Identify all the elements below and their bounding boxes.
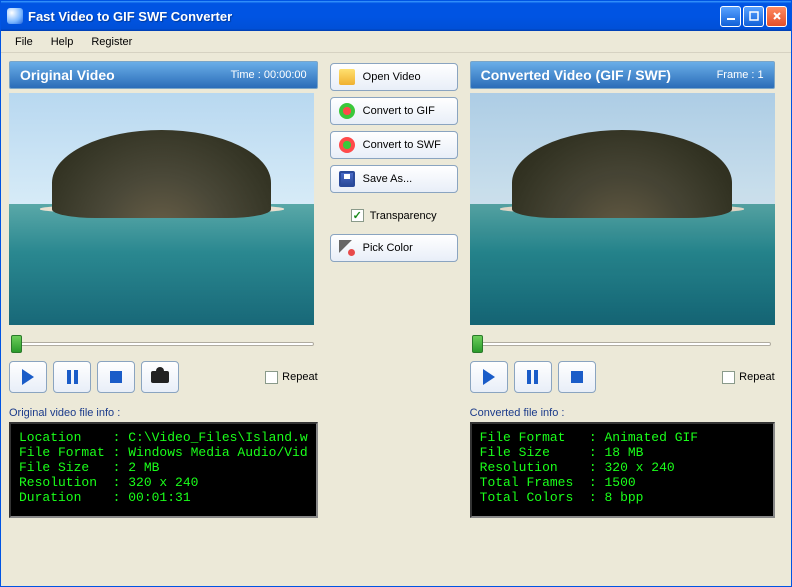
original-seek-slider[interactable] <box>9 335 318 353</box>
pause-button[interactable] <box>53 361 91 393</box>
save-as-label: Save As... <box>363 173 413 185</box>
camera-icon <box>151 371 169 383</box>
converted-header-title: Converted Video (GIF / SWF) <box>481 67 671 83</box>
convert-gif-label: Convert to GIF <box>363 105 435 117</box>
play-button[interactable] <box>9 361 47 393</box>
stop-icon <box>571 371 583 383</box>
menu-file[interactable]: File <box>7 34 41 50</box>
convert-swf-icon <box>339 137 355 153</box>
window-controls <box>720 6 787 27</box>
menubar: File Help Register <box>1 31 791 53</box>
converted-video-preview <box>470 93 775 325</box>
app-window: Fast Video to GIF SWF Converter File Hel… <box>0 0 792 587</box>
stop-button[interactable] <box>97 361 135 393</box>
window-title: Fast Video to GIF SWF Converter <box>28 9 720 24</box>
pause-icon <box>527 370 538 384</box>
original-repeat-checkbox[interactable] <box>265 371 278 384</box>
menu-help[interactable]: Help <box>43 34 82 50</box>
converted-frame: Frame : 1 <box>717 69 764 81</box>
slider-thumb-icon[interactable] <box>472 335 483 353</box>
convert-gif-button[interactable]: Convert to GIF <box>330 97 458 125</box>
convert-gif-icon <box>339 103 355 119</box>
pick-color-label: Pick Color <box>363 242 413 254</box>
play-button[interactable] <box>470 361 508 393</box>
original-info-label: Original video file info : <box>9 407 318 419</box>
open-video-label: Open Video <box>363 71 421 83</box>
original-repeat-label: Repeat <box>282 371 317 383</box>
maximize-button[interactable] <box>743 6 764 27</box>
save-as-button[interactable]: Save As... <box>330 165 458 193</box>
original-time: Time : 00:00:00 <box>231 69 307 81</box>
pause-icon <box>67 370 78 384</box>
convert-swf-label: Convert to SWF <box>363 139 441 151</box>
original-video-preview <box>9 93 314 325</box>
snapshot-button[interactable] <box>141 361 179 393</box>
content-area: Original Video Time : 00:00:00 Repeat <box>1 53 791 586</box>
converted-seek-slider[interactable] <box>470 335 775 353</box>
stop-button[interactable] <box>558 361 596 393</box>
original-panel: Original Video Time : 00:00:00 Repeat <box>9 61 318 578</box>
original-controls: Repeat <box>9 361 318 393</box>
converted-header: Converted Video (GIF / SWF) Frame : 1 <box>470 61 775 89</box>
pick-color-button[interactable]: Pick Color <box>330 234 458 262</box>
slider-thumb-icon[interactable] <box>11 335 22 353</box>
save-icon <box>339 171 355 187</box>
original-header: Original Video Time : 00:00:00 <box>9 61 318 89</box>
converted-panel: Converted Video (GIF / SWF) Frame : 1 Re… <box>470 61 775 578</box>
converted-repeat-checkbox[interactable] <box>722 371 735 384</box>
menu-register[interactable]: Register <box>83 34 140 50</box>
close-button[interactable] <box>766 6 787 27</box>
eyedropper-icon <box>339 240 355 256</box>
actions-panel: Open Video Convert to GIF Convert to SWF… <box>324 61 464 578</box>
open-video-button[interactable]: Open Video <box>330 63 458 91</box>
original-info-console: Location : C:\Video_Files\Island.w File … <box>9 422 318 518</box>
folder-open-icon <box>339 69 355 85</box>
titlebar[interactable]: Fast Video to GIF SWF Converter <box>1 1 791 31</box>
converted-controls: Repeat <box>470 361 775 393</box>
converted-info-label: Converted file info : <box>470 407 775 419</box>
play-icon <box>483 369 495 385</box>
stop-icon <box>110 371 122 383</box>
pause-button[interactable] <box>514 361 552 393</box>
original-header-title: Original Video <box>20 67 115 83</box>
converted-info-console: File Format : Animated GIF File Size : 1… <box>470 422 775 518</box>
convert-swf-button[interactable]: Convert to SWF <box>330 131 458 159</box>
minimize-button[interactable] <box>720 6 741 27</box>
play-icon <box>22 369 34 385</box>
converted-repeat-label: Repeat <box>739 371 774 383</box>
transparency-checkbox[interactable] <box>351 209 364 222</box>
app-icon <box>7 8 23 24</box>
transparency-label: Transparency <box>370 210 437 222</box>
